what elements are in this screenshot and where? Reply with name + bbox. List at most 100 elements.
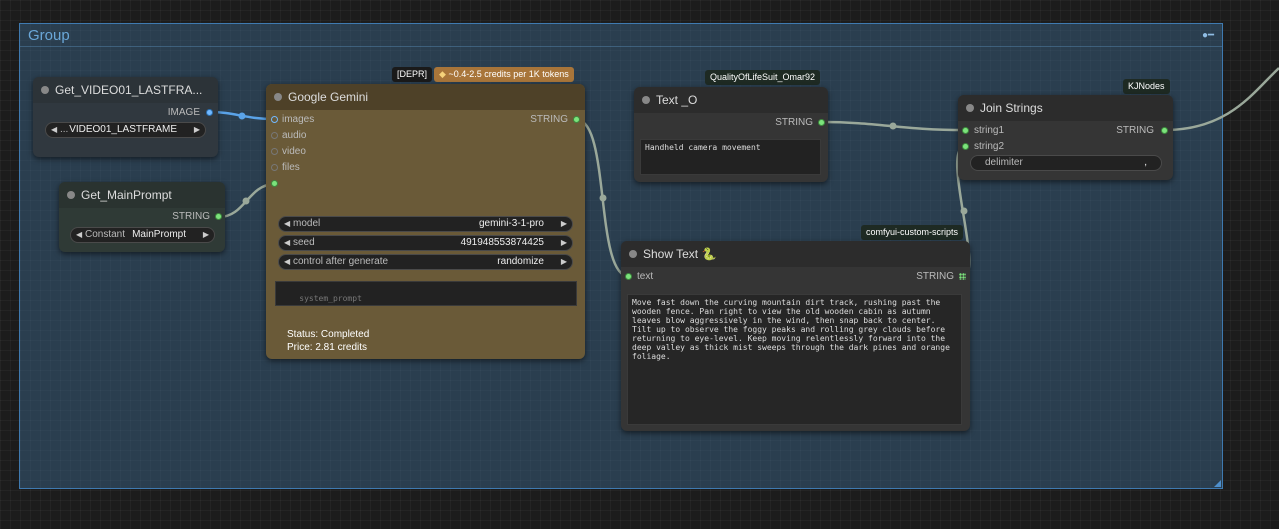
widget-value: randomize (497, 256, 544, 267)
output-port-list-icon[interactable] (959, 273, 966, 280)
widget-label: delimiter (985, 157, 1023, 168)
node-join-strings[interactable]: Join Strings string1 string2 STRING deli… (958, 95, 1173, 180)
input-port-audio[interactable] (271, 132, 278, 139)
pin-icon[interactable]: ●━ (1202, 30, 1214, 41)
node-text-o[interactable]: Text _O STRING Handheld camera movement (634, 87, 828, 182)
node-title-text: Join Strings (980, 101, 1043, 115)
node-get-mainprompt[interactable]: Get_MainPrompt STRING ◀ Constant MainPro… (59, 182, 225, 252)
input-label-text: text (637, 271, 653, 282)
output-port-string[interactable] (1161, 127, 1168, 134)
snake-icon: 🐍 (701, 247, 717, 261)
arrow-left-icon[interactable]: ◀ (284, 217, 290, 231)
input-label-audio: audio (282, 130, 306, 141)
widget-value: , (1144, 157, 1147, 168)
widget-value: gemini-3-1-pro (478, 218, 544, 229)
input-port-string1[interactable] (962, 127, 969, 134)
arrow-left-icon[interactable]: ◀ (51, 123, 57, 137)
coin-icon: ◆ (439, 69, 446, 79)
badge-kjnodes: KJNodes (1123, 79, 1170, 94)
collapse-dot-icon[interactable] (966, 104, 974, 112)
collapse-dot-icon[interactable] (67, 191, 75, 199)
input-label-text: text (637, 271, 654, 282)
node-title[interactable]: Show Text 🐍 (621, 241, 970, 267)
node-title[interactable]: Join Strings (958, 95, 1173, 121)
output-port-string[interactable] (818, 119, 825, 126)
arrow-right-icon[interactable]: ▶ (203, 228, 209, 242)
arrow-right-icon[interactable]: ▶ (561, 236, 567, 250)
input-label-images: images (282, 114, 314, 125)
node-title[interactable]: Get_MainPrompt (59, 182, 225, 208)
node-title-text: Show Text (643, 247, 699, 261)
widget-value: VIDEO01_LASTFRAME (69, 124, 177, 135)
collapse-dot-icon[interactable] (41, 86, 49, 94)
input-port-images[interactable] (271, 116, 278, 123)
widget-constant[interactable]: ◀ Constant MainPrompt ▶ (70, 227, 215, 243)
input-port-prompt[interactable] (271, 180, 278, 187)
widget-label: model (293, 218, 321, 229)
input-label-string1: string1 (974, 125, 1004, 136)
arrow-left-icon[interactable]: ◀ (284, 236, 290, 250)
widget-label: Constant (85, 229, 126, 240)
node-show-text[interactable]: Show Text 🐍 text STRING Move fast down t… (621, 241, 970, 431)
widget-seed[interactable]: ◀ seed 491948553874425 ▶ (278, 235, 573, 251)
group-header-divider (20, 46, 1222, 47)
output-label-text: STRING (172, 211, 210, 222)
arrow-right-icon[interactable]: ▶ (194, 123, 200, 137)
input-label-text: string2 (974, 141, 1005, 152)
resize-handle-icon[interactable] (1214, 480, 1221, 487)
output-port-string[interactable] (215, 213, 222, 220)
widget-control-after-generate[interactable]: ◀ control after generate randomize ▶ (278, 254, 573, 270)
input-port-text[interactable] (625, 273, 632, 280)
widget-constant[interactable]: ◀ ... VIDEO01_LASTFRAME ▶ (45, 122, 206, 138)
output-label: STRING (1116, 125, 1154, 136)
arrow-right-icon[interactable]: ▶ (561, 255, 567, 269)
node-title-text: Text _O (656, 93, 698, 107)
badge-comfyui-custom-scripts: comfyui-custom-scripts (861, 225, 964, 240)
show-text-output[interactable]: Move fast down the curving mountain dirt… (627, 294, 962, 425)
arrow-left-icon[interactable]: ◀ (76, 228, 82, 242)
output-label: STRING (172, 211, 210, 222)
widget-label: control after generate (293, 256, 389, 267)
widget-value: MainPrompt (132, 229, 186, 240)
input-label-text: files (282, 162, 300, 173)
node-title[interactable]: Text _O (634, 87, 828, 113)
output-label-text: STRING (1116, 125, 1154, 136)
output-port-string[interactable] (573, 116, 580, 123)
widget-delimiter[interactable]: delimiter , (970, 155, 1162, 171)
output-label: STRING (775, 117, 813, 128)
collapse-dot-icon[interactable] (642, 96, 650, 104)
node-title-text: Google Gemini (288, 90, 369, 104)
input-label-text: audio (282, 130, 307, 141)
input-port-video[interactable] (271, 148, 278, 155)
input-label-files: files (282, 162, 300, 173)
output-label-text: STRING (916, 271, 954, 282)
node-title[interactable]: Google Gemini (266, 84, 585, 110)
node-get-video[interactable]: Get_VIDEO01_LASTFRA... IMAGE ◀ ... VIDEO… (33, 77, 218, 157)
collapse-dot-icon[interactable] (274, 93, 282, 101)
arrow-right-icon[interactable]: ▶ (561, 217, 567, 231)
status-text: Status: Completed (287, 329, 370, 340)
node-title-text: Get_MainPrompt (81, 188, 172, 202)
badge-credits: ◆ ~0.4-2.5 credits per 1K tokens (434, 67, 574, 82)
text-input[interactable]: Handheld camera movement (640, 139, 821, 175)
input-label-text: images (282, 114, 315, 125)
node-title-text: Get_VIDEO01_LASTFRA... (55, 83, 203, 97)
input-label-video: video (282, 146, 306, 157)
output-label-text: STRING (530, 114, 568, 125)
group-title[interactable]: Group (28, 27, 70, 44)
input-label-text: video (282, 146, 306, 157)
widget-model[interactable]: ◀ model gemini-3-1-pro ▶ (278, 216, 573, 232)
node-google-gemini[interactable]: Google Gemini images audio video files S… (266, 84, 585, 359)
badge-qualityoflifesuit: QualityOfLifeSuit_Omar92 (705, 70, 821, 85)
system-prompt-input[interactable]: system_prompt (275, 281, 577, 306)
node-title[interactable]: Get_VIDEO01_LASTFRA... (33, 77, 218, 103)
arrow-left-icon[interactable]: ◀ (284, 255, 290, 269)
system-prompt-placeholder: system_prompt (299, 294, 362, 303)
badge-depr: [DEPR] (392, 67, 433, 82)
input-port-files[interactable] (271, 164, 278, 171)
input-port-string2[interactable] (962, 143, 969, 150)
widget-label: seed (293, 237, 315, 248)
output-label-text: IMAGE (167, 107, 200, 118)
collapse-dot-icon[interactable] (629, 250, 637, 258)
output-port-image[interactable] (206, 109, 213, 116)
